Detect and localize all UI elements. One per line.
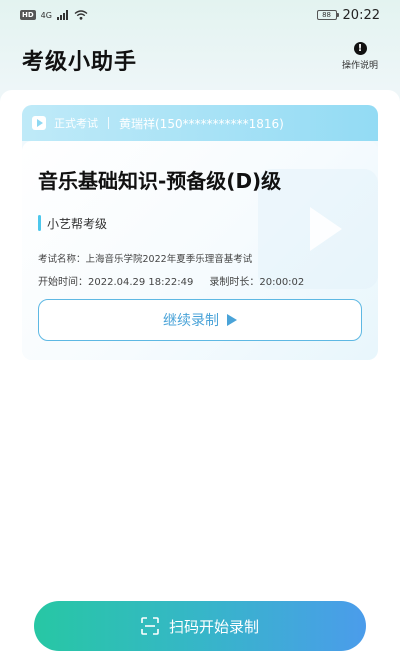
- wifi-icon: [74, 10, 88, 20]
- network-type: 4G: [40, 10, 52, 20]
- duration-value: 20:00:02: [259, 277, 305, 288]
- card-header: 正式考试 黄瑞祥(150***********1816): [22, 105, 378, 141]
- start-time-label: 开始时间：: [38, 277, 88, 288]
- signal-icon: [56, 10, 69, 20]
- scan-icon: [141, 617, 159, 635]
- continue-recording-button[interactable]: 继续录制: [38, 299, 362, 341]
- organization-name: 小艺帮考级: [47, 216, 108, 231]
- page-title: 考级小助手: [22, 50, 138, 75]
- scan-start-recording-button[interactable]: 扫码开始录制: [34, 601, 366, 651]
- organization-tag: 小艺帮考级: [38, 215, 107, 231]
- exam-name-row: 考试名称：上海音乐学院2022年夏季乐理音基考试: [38, 251, 252, 265]
- candidate-info: 黄瑞祥(150***********1816): [119, 116, 284, 131]
- status-time: 20:22: [342, 7, 380, 23]
- play-icon: [227, 314, 237, 326]
- battery-icon: 88: [316, 10, 339, 20]
- exam-name-label: 考试名称：: [38, 254, 86, 265]
- exam-title: 音乐基础知识-预备级(D)级: [38, 169, 282, 193]
- duration-label: 录制时长：: [209, 277, 260, 288]
- exam-name-value: 上海音乐学院2022年夏季乐理音基考试: [85, 254, 253, 265]
- status-right: 88 20:22: [316, 7, 380, 23]
- video-badge-icon: [32, 116, 46, 130]
- start-time-value: 2022.04.29 18:22:49: [88, 277, 194, 288]
- status-left: HD 4G: [20, 10, 88, 20]
- help-button[interactable]: ! 操作说明: [340, 42, 380, 71]
- help-label: 操作说明: [341, 61, 378, 71]
- time-row: 开始时间：2022.04.29 18:22:49 录制时长：20:00:02: [38, 273, 304, 288]
- status-bar: HD 4G 88 20:22: [0, 0, 400, 30]
- hd-badge: HD: [20, 10, 36, 20]
- exam-type-label: 正式考试: [54, 117, 98, 130]
- continue-label: 继续录制: [163, 313, 219, 329]
- header-divider: [108, 117, 109, 129]
- scan-label: 扫码开始录制: [168, 617, 259, 636]
- exclamation-circle-icon: !: [353, 42, 367, 55]
- org-accent-bar: [38, 215, 41, 231]
